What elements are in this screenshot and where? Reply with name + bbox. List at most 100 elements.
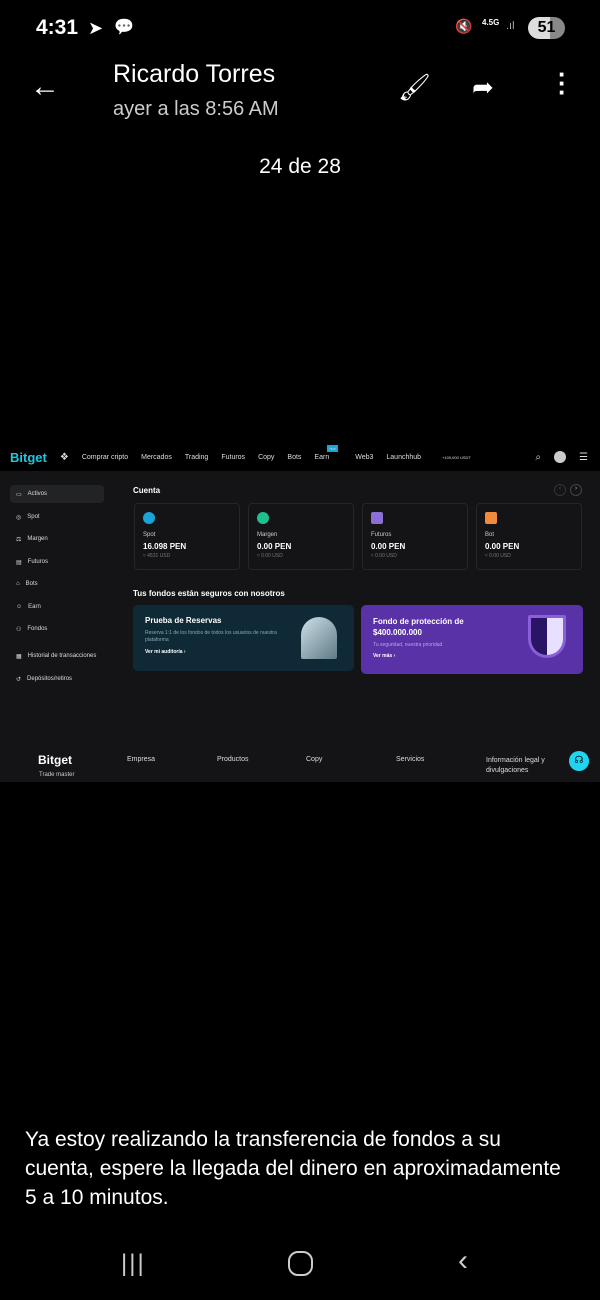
safe-funds-title: Tus fondos están seguros con nosotros [133,589,285,598]
sidebar-label: Historial de transacciones [27,653,97,659]
margin-icon [257,512,269,524]
clock-icon: ↺ [16,676,22,683]
hot-badge: Hot [327,444,338,452]
bitget-navbar: Bitget ❖ Comprar cripto Mercados Trading… [0,443,600,471]
protection-fund-banner[interactable]: Fondo de protección de $400.000.000 Tu s… [361,605,583,674]
sidebar-item-historial[interactable]: ▦ Historial de transacciones [10,647,104,665]
sidebar-label: Activos [27,491,48,497]
margin-icon: ⚖ [16,536,22,543]
funds-icon: ⚇ [16,626,22,633]
avatar[interactable] [554,451,567,463]
chat-icon: 💬 [114,19,134,36]
mute-icon: 🔇 [455,18,473,34]
card-usd: ≈ 4531 USD [143,553,171,559]
nav-web3[interactable]: Web3 [355,454,373,461]
reserves-banner[interactable]: Prueba de Reservas Reserva 1:1 de los fo… [133,605,354,671]
next-button[interactable]: › [570,484,582,496]
spot-icon [143,512,155,524]
nav-earn-label: Earn [314,453,330,461]
nav-launchhub[interactable]: Launchhub [386,454,421,461]
recent-apps-button[interactable]: ||| [121,1250,146,1278]
section-cuenta: Cuenta [133,486,161,495]
nav-trading[interactable]: Trading [185,454,208,461]
futures-icon [371,512,383,524]
battery-indicator: 51 [528,17,565,39]
network-type: 4.5G [482,18,500,27]
card-value: 0.00 PEN [485,542,520,551]
contact-name: Ricardo Torres [113,60,276,88]
account-card-futuros[interactable]: Futuros 0.00 PEN ≈ 0.00 USD [362,503,468,570]
sidebar-item-earn[interactable]: ☺ Earn [10,598,104,616]
telegram-icon: ➤ [88,18,104,38]
menu-icon[interactable]: ☰ [579,452,588,463]
message-caption: Ya estoy realizando la transferencia de … [25,1128,561,1209]
spot-icon: ◎ [16,514,22,521]
card-label: Futuros [371,532,392,538]
sidebar-item-fondos[interactable]: ⚇ Fondos [10,620,104,638]
support-headset-icon[interactable]: ☊ [569,751,589,771]
share-icon[interactable]: ➦ [472,72,494,103]
footer-logo: Bitget [38,753,72,767]
promo-banner[interactable]: +100,000 USDT [442,455,471,460]
sidebar-label: Depósitos/retiros [27,676,73,682]
apps-icon[interactable]: ❖ [60,452,69,463]
sidebar-item-activos[interactable]: ▭ Activos [10,485,104,503]
status-time: 4:31 [36,16,79,39]
card-value: 16.098 PEN [143,542,187,551]
card-value: 0.00 PEN [371,542,406,551]
search-icon[interactable]: ⌕ [535,452,541,463]
sidebar-label: Spot [27,514,40,520]
stairs-illustration [301,617,337,659]
nav-comprar[interactable]: Comprar cripto [82,454,128,461]
home-button[interactable] [288,1251,313,1276]
nav-futuros[interactable]: Futuros [221,454,245,461]
history-icon: ▦ [16,653,22,660]
message-date: ayer a las 8:56 AM [113,98,279,120]
sidebar-item-spot[interactable]: ◎ Spot [10,508,104,526]
footer-productos: Productos [217,756,249,763]
nav-earn[interactable]: Earn Hot [314,444,342,461]
card-label: Spot [143,532,156,538]
image-counter: 24 de 28 [259,155,341,178]
shield-icon [528,615,566,658]
bot-icon [485,512,497,524]
card-usd: ≈ 0.00 USD [257,553,283,559]
footer-servicios: Servicios [396,756,425,763]
sidebar-label: Bots [25,581,38,587]
back-button[interactable]: ‹ [458,1244,468,1278]
account-card-margen[interactable]: Margen 0.00 PEN ≈ 0.00 USD [248,503,354,570]
nav-copy[interactable]: Copy [258,454,274,461]
footer-empresa: Empresa [127,756,156,763]
footer-copy: Copy [306,756,323,763]
card-usd: ≈ 0.00 USD [371,553,397,559]
account-card-spot[interactable]: Spot 16.098 PEN ≈ 4531 USD [134,503,240,570]
sidebar-item-bots[interactable]: ⌂ Bots [10,575,104,593]
footer-legal: Información legal y divulgaciones [486,757,545,774]
screenshot-image: Bitget ❖ Comprar cripto Mercados Trading… [0,443,600,782]
sidebar-item-margen[interactable]: ⚖ Margen [10,530,104,548]
reserves-desc: Reserva 1:1 de los fondos de todos los u… [145,630,277,643]
footer-tagline: Trade master [39,772,75,778]
prev-button[interactable]: ‹ [554,484,566,496]
card-label: Margen [257,532,278,538]
more-options-icon[interactable]: · · · [558,61,568,105]
nav-bots[interactable]: Bots [287,454,301,461]
bot-icon: ⌂ [16,581,20,587]
account-card-bot[interactable]: Bot 0.00 PEN ≈ 0.00 USD [476,503,582,570]
sidebar-item-futuros[interactable]: ▤ Futuros [10,553,104,571]
bitget-logo: Bitget [10,449,47,465]
sidebar-label: Fondos [27,626,48,632]
card-value: 0.00 PEN [257,542,292,551]
back-arrow-icon[interactable]: ← [30,70,60,104]
sidebar-label: Futuros [27,559,49,565]
sidebar-item-depositos[interactable]: ↺ Depósitos/retiros [10,670,104,688]
card-usd: ≈ 0.00 USD [485,553,511,559]
card-label: Bot [485,532,495,538]
futures-icon: ▤ [16,559,22,566]
earn-icon: ☺ [16,604,23,610]
protection-title: Fondo de protección de $400.000.000 [373,617,464,637]
brush-icon[interactable]: 🖌 [398,72,431,103]
nav-mercados[interactable]: Mercados [141,454,172,461]
signal-icon: .ıl [506,20,515,32]
wallet-icon: ▭ [16,491,22,498]
